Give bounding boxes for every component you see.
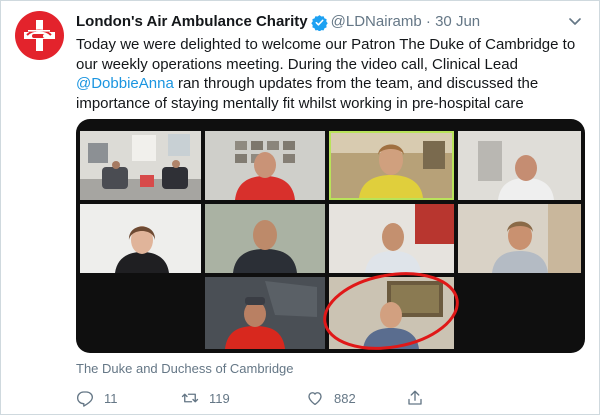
reply-icon [76, 391, 94, 407]
tweet-text-line-3: @DobbieAnna ran through updates from the… [76, 74, 581, 94]
reply-button[interactable]: 11 [76, 387, 118, 409]
tweet-text-line-2: our weekly operations meeting. During th… [76, 55, 518, 73]
share-button[interactable] [406, 387, 424, 409]
tweet-text-line-1: Today we were delighted to welcome our P… [76, 36, 576, 53]
like-button[interactable]: 882 [306, 387, 356, 409]
avatar[interactable] [15, 11, 64, 60]
reply-count: 11 [104, 390, 118, 406]
like-icon [308, 392, 322, 406]
mention-link[interactable]: @DobbieAnna [76, 75, 174, 92]
chevron-down-icon[interactable] [567, 13, 583, 29]
retweet-icon [181, 393, 199, 403]
author-handle[interactable]: @LDNairamb [331, 13, 422, 30]
share-icon [408, 390, 422, 405]
tweet-text-line-3-rest: ran through updates from the team, and d… [177, 75, 539, 92]
retweet-button[interactable]: 119 [181, 387, 230, 409]
air-ambulance-logo-icon [24, 20, 55, 51]
tweet-text: Today we were delighted to welcome our P… [76, 35, 581, 113]
retweet-count: 119 [209, 390, 230, 406]
tweet-actions: 11 119 882 [76, 387, 581, 409]
tweet-header: London's Air Ambulance Charity @LDNairamb… [76, 12, 576, 32]
tweet-text-line-4: importance of staying mentally fit whils… [76, 94, 524, 112]
tweet-card: London's Air Ambulance Charity @LDNairamb… [0, 0, 600, 415]
highlight-circle [323, 272, 459, 350]
media-caption[interactable]: The Duke and Duchess of Cambridge [76, 361, 294, 377]
separator-dot: · [425, 13, 431, 31]
tweet-media-image[interactable] [76, 119, 585, 353]
like-count: 882 [334, 390, 356, 406]
author-name[interactable]: London's Air Ambulance Charity [76, 13, 308, 30]
verified-badge-icon [310, 14, 328, 31]
tweet-date[interactable]: 30 Jun [435, 13, 480, 30]
